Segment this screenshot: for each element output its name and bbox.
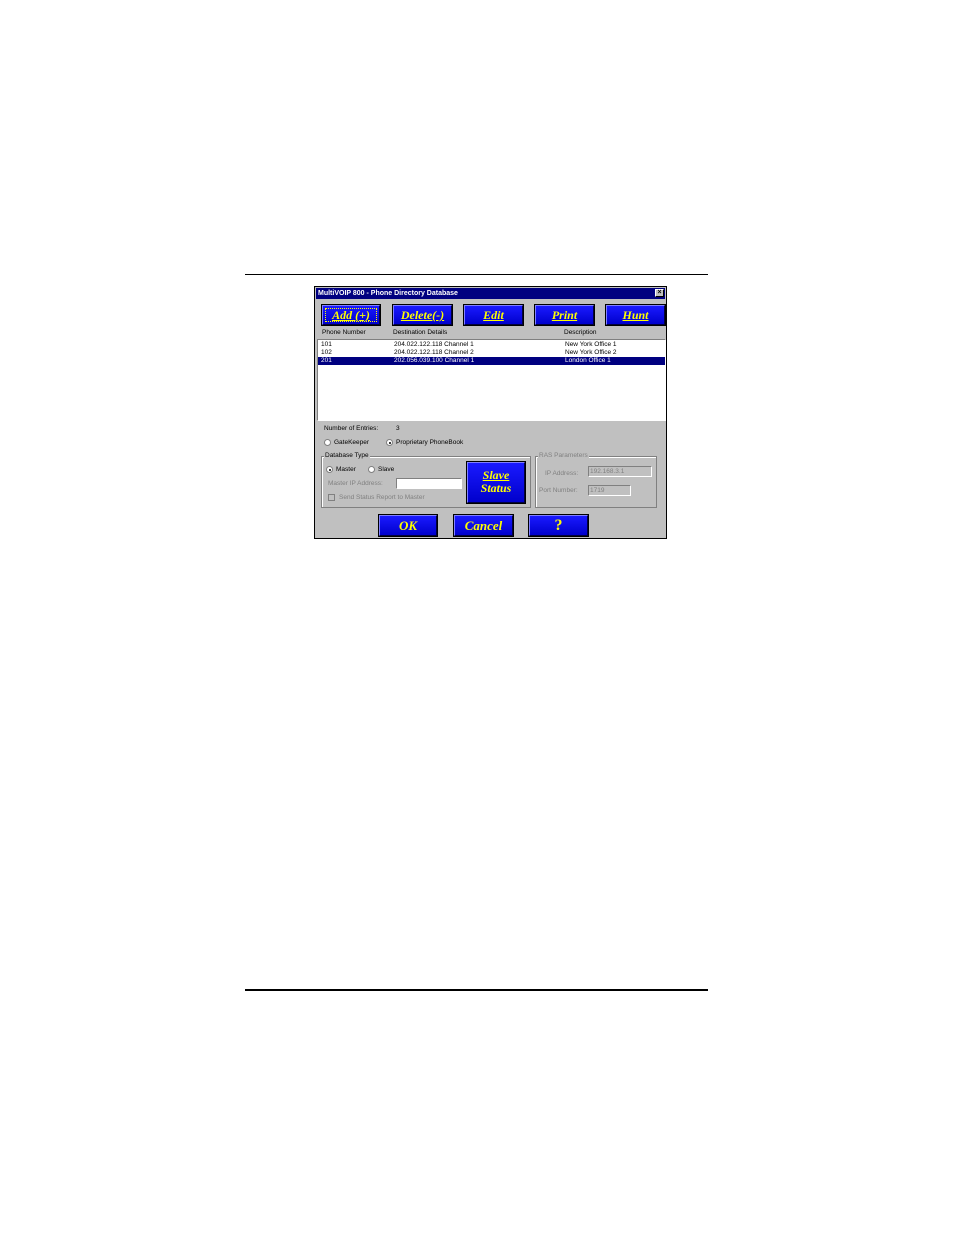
- master-ip-input[interactable]: [396, 478, 462, 489]
- row-description: New York Office 2: [565, 349, 617, 356]
- entries-count: 3: [396, 425, 400, 432]
- help-button[interactable]: ?: [528, 514, 589, 537]
- slave-status-button[interactable]: Slave Status: [466, 461, 526, 504]
- ras-parameters-title: RAS Parameters: [538, 452, 589, 459]
- row-destination: 204.022.122.118 Channel 1: [394, 341, 474, 348]
- slave-label: Slave: [378, 466, 395, 473]
- ok-button[interactable]: OK: [378, 514, 438, 537]
- master-label: Master: [336, 466, 356, 473]
- ras-ip-label: IP Address:: [545, 470, 579, 477]
- send-status-label: Send Status Report to Master: [339, 494, 425, 501]
- add-button-label: Add (+): [322, 305, 380, 325]
- hunt-button[interactable]: Hunt: [605, 304, 666, 326]
- cancel-button[interactable]: Cancel: [453, 514, 514, 537]
- table-row[interactable]: 101 204.022.122.118 Channel 1 New York O…: [318, 341, 665, 349]
- phonebook-label: Proprietary PhoneBook: [396, 439, 464, 446]
- row-description: New York Office 1: [565, 341, 617, 348]
- entries-label: Number of Entries:: [324, 425, 379, 432]
- table-row-selected[interactable]: 201 202.056.039.100 Channel 1 London Off…: [318, 357, 665, 365]
- close-button[interactable]: ×: [655, 289, 664, 297]
- window-title: MultiVOIP 800 - Phone Directory Database: [318, 290, 458, 297]
- print-button[interactable]: Print: [534, 304, 595, 326]
- hunt-button-label: Hunt: [606, 305, 665, 325]
- print-button-label: Print: [535, 305, 594, 325]
- phonebook-radio[interactable]: [386, 439, 393, 446]
- row-phone: 102: [321, 349, 332, 356]
- row-phone: 101: [321, 341, 332, 348]
- gatekeeper-label: GateKeeper: [334, 439, 370, 446]
- master-ip-label: Master IP Address:: [328, 480, 383, 487]
- ras-ip-input[interactable]: 192.168.3.1: [588, 466, 652, 477]
- row-phone: 201: [321, 357, 332, 364]
- row-destination: 204.022.122.118 Channel 2: [394, 349, 474, 356]
- gatekeeper-radio[interactable]: [324, 439, 331, 446]
- edit-button-label: Edit: [464, 305, 523, 325]
- column-header-phone[interactable]: Phone Number: [322, 329, 366, 336]
- row-destination: 202.056.039.100 Channel 1: [394, 357, 475, 364]
- ras-port-input[interactable]: 1719: [588, 485, 631, 496]
- slave-status-line2: Status: [480, 481, 512, 495]
- phone-directory-dialog: MultiVOIP 800 - Phone Directory Database…: [314, 286, 667, 539]
- column-header-destination[interactable]: Destination Details: [393, 329, 447, 336]
- help-icon: ?: [529, 515, 588, 536]
- row-description: London Office 1: [565, 357, 611, 364]
- delete-button-label: Delete(-): [393, 305, 452, 325]
- cancel-button-label: Cancel: [454, 515, 513, 536]
- master-radio[interactable]: [326, 466, 333, 473]
- title-bar: MultiVOIP 800 - Phone Directory Database…: [316, 288, 665, 299]
- slave-radio[interactable]: [368, 466, 375, 473]
- edit-button[interactable]: Edit: [463, 304, 524, 326]
- column-header-description[interactable]: Description: [564, 329, 597, 336]
- slave-status-face: Slave Status: [467, 462, 525, 503]
- page-rule-top: [245, 274, 708, 275]
- delete-button[interactable]: Delete(-): [392, 304, 453, 326]
- phone-directory-list[interactable]: 101 204.022.122.118 Channel 1 New York O…: [317, 339, 666, 421]
- ras-port-label: Port Number:: [539, 487, 578, 494]
- ok-button-label: OK: [379, 515, 437, 536]
- add-button[interactable]: Add (+): [321, 304, 381, 326]
- page-rule-bottom: [245, 989, 708, 991]
- table-row[interactable]: 102 204.022.122.118 Channel 2 New York O…: [318, 349, 665, 357]
- database-type-title: Database Type: [324, 452, 370, 459]
- send-status-checkbox[interactable]: [328, 494, 335, 501]
- ras-parameters-group: [535, 456, 657, 508]
- close-icon: ×: [657, 289, 662, 296]
